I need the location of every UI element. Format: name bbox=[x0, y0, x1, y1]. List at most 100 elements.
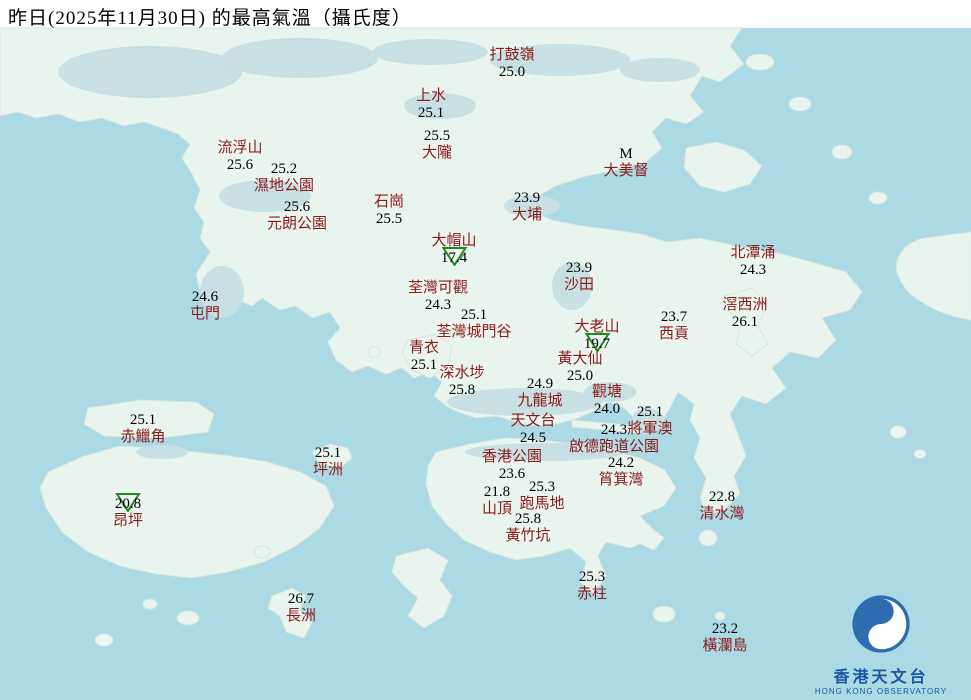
station-value: 25.3 bbox=[578, 569, 606, 585]
station-wong-chuk-hang: 25.8 黃竹坑 bbox=[505, 511, 550, 545]
station-value: 25.0 bbox=[498, 64, 526, 80]
station-name: 黃竹坑 bbox=[505, 528, 551, 544]
station-name: 大隴 bbox=[421, 145, 453, 161]
station-tai-mo-shan: 大帽山 17.4 bbox=[431, 233, 477, 267]
station-ta-kwu-ling: 打鼓嶺 25.0 bbox=[489, 47, 534, 81]
station-value: 25.6 bbox=[226, 157, 254, 173]
station-tsing-yi: 青衣 25.1 bbox=[409, 340, 439, 374]
station-tai-mei-tuk: M 大美督 bbox=[603, 146, 648, 180]
station-name: 赤柱 bbox=[576, 586, 608, 602]
station-hong-kong-park: 香港公園 23.6 bbox=[482, 449, 542, 483]
station-value: 25.1 bbox=[129, 412, 157, 428]
station-tsuen-wan-shing-mun-valley: 25.1 荃灣城門谷 bbox=[436, 307, 511, 341]
station-name: 荃灣城門谷 bbox=[436, 324, 512, 340]
station-wong-tai-sin: 黃大仙 25.0 bbox=[557, 351, 602, 385]
station-value: 24.2 bbox=[607, 455, 635, 471]
station-value: 25.8 bbox=[514, 511, 542, 527]
weather-map-screen: 昨日(2025年11月30日) 的最高氣溫（攝氏度） 打鼓嶺 25.0 上水 25.1… bbox=[0, 0, 971, 700]
station-clear-water-bay: 22.8 清水灣 bbox=[699, 489, 744, 523]
station-value: 24.3 bbox=[600, 422, 628, 438]
station-name: 元朗公園 bbox=[266, 216, 328, 232]
hko-logo: 香港天文台 HONG KONG OBSERVATORY bbox=[801, 592, 961, 696]
station-value: 23.7 bbox=[660, 309, 688, 325]
station-value: 20.8 bbox=[115, 492, 141, 513]
station-happy-valley: 25.3 跑馬地 bbox=[519, 479, 564, 513]
station-name: 流浮山 bbox=[217, 140, 263, 156]
station-name: 觀塘 bbox=[591, 384, 623, 400]
station-name: 打鼓嶺 bbox=[489, 47, 535, 63]
station-name: 筲箕灣 bbox=[598, 472, 644, 488]
station-name: 昂坪 bbox=[112, 513, 144, 529]
station-cheung-chau: 26.7 長洲 bbox=[286, 591, 316, 625]
hko-logo-title-en: HONG KONG OBSERVATORY bbox=[814, 687, 948, 696]
station-sha-tin: 23.9 沙田 bbox=[564, 260, 594, 294]
station-value: 25.6 bbox=[283, 199, 311, 215]
station-name: 九龍城 bbox=[517, 393, 563, 409]
station-value: 25.8 bbox=[448, 382, 476, 398]
station-shek-kong: 石崗 25.5 bbox=[374, 194, 404, 228]
station-value: 24.3 bbox=[739, 262, 767, 278]
station-value: 17.4 bbox=[441, 246, 467, 267]
station-value: 24.9 bbox=[526, 376, 554, 392]
station-name: 坪洲 bbox=[312, 462, 344, 478]
station-sai-kung: 23.7 西貢 bbox=[659, 309, 689, 343]
station-name: 清水灣 bbox=[699, 506, 745, 522]
station-value: 22.8 bbox=[708, 489, 736, 505]
station-kau-sai-chau: 滘西洲 26.1 bbox=[722, 297, 767, 331]
station-value: 24.5 bbox=[519, 430, 547, 446]
station-pak-tam-chung: 北潭涌 24.3 bbox=[730, 245, 775, 279]
station-value: 21.8 bbox=[483, 484, 511, 500]
station-value: 25.1 bbox=[417, 105, 445, 121]
station-name: 上水 bbox=[415, 88, 447, 104]
station-stanley: 25.3 赤柱 bbox=[577, 569, 607, 603]
station-value: 25.5 bbox=[423, 128, 451, 144]
station-shau-kei-wan: 24.2 筲箕灣 bbox=[598, 455, 643, 489]
station-name: 屯門 bbox=[189, 306, 221, 322]
station-sheung-shui: 上水 25.1 bbox=[416, 88, 446, 122]
station-value: 25.1 bbox=[314, 445, 342, 461]
station-ngong-ping: 20.8 昂坪 bbox=[112, 492, 144, 530]
station-name: 西貢 bbox=[658, 326, 690, 342]
station-value: 25.1 bbox=[410, 357, 438, 373]
station-name: 大帽山 bbox=[431, 233, 477, 249]
station-name: 石崗 bbox=[373, 194, 405, 210]
station-value: 25.1 bbox=[460, 307, 488, 323]
station-name: 橫瀾島 bbox=[702, 638, 748, 654]
station-name: 黃大仙 bbox=[557, 351, 603, 367]
station-tai-lung: 25.5 大隴 bbox=[422, 128, 452, 162]
station-value: 23.2 bbox=[711, 621, 739, 637]
station-name: 天文台 bbox=[510, 413, 556, 429]
hko-logo-title-zh: 香港天文台 bbox=[833, 669, 929, 686]
station-value: 25.1 bbox=[636, 404, 664, 420]
station-value: 26.1 bbox=[731, 314, 759, 330]
station-waglan-island: 23.2 橫瀾島 bbox=[702, 621, 747, 655]
station-value: 24.6 bbox=[191, 289, 219, 305]
station-value: 25.5 bbox=[375, 211, 403, 227]
station-tuen-mun: 24.6 屯門 bbox=[190, 289, 220, 323]
station-name: 深水埗 bbox=[439, 365, 485, 381]
station-name: 北潭涌 bbox=[730, 245, 776, 261]
station-value: 25.2 bbox=[270, 161, 298, 177]
station-name: 大美督 bbox=[603, 163, 649, 179]
hko-logo-icon bbox=[852, 595, 910, 653]
station-value: 26.7 bbox=[287, 591, 315, 607]
station-tates-cairn: 大老山 19.7 bbox=[574, 319, 620, 353]
station-value: 25.0 bbox=[566, 368, 594, 384]
station-name: 滘西洲 bbox=[722, 297, 768, 313]
station-name: 青衣 bbox=[408, 340, 440, 356]
station-name: 啟德跑道公園 bbox=[568, 439, 660, 455]
station-observatory: 天文台 24.5 bbox=[510, 413, 555, 447]
station-sham-shui-po: 深水埗 25.8 bbox=[439, 365, 484, 399]
station-kwun-tong: 觀塘 24.0 bbox=[592, 384, 622, 418]
station-name: 赤鱲角 bbox=[120, 429, 166, 445]
station-value: 23.9 bbox=[513, 190, 541, 206]
station-value: M bbox=[619, 146, 633, 162]
station-peng-chau: 25.1 坪洲 bbox=[313, 445, 343, 479]
station-name: 荃灣可觀 bbox=[407, 280, 469, 296]
station-value: 23.9 bbox=[565, 260, 593, 276]
station-kai-tak-runway-park: 24.3 啟德跑道公園 bbox=[569, 422, 659, 456]
station-name: 大老山 bbox=[574, 319, 620, 335]
station-value: 25.3 bbox=[528, 479, 556, 495]
station-name: 濕地公園 bbox=[253, 178, 315, 194]
station-name: 長洲 bbox=[285, 608, 317, 624]
